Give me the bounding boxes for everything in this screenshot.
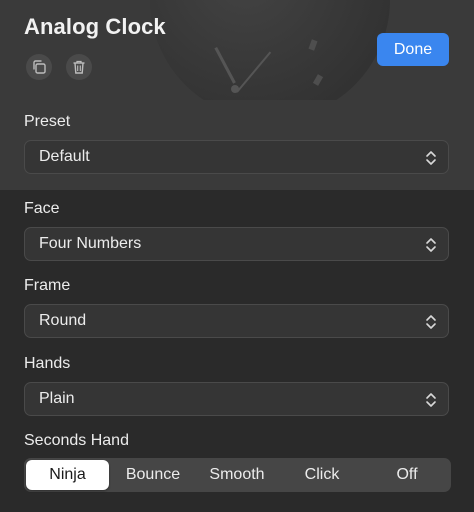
- face-value: Four Numbers: [39, 235, 142, 252]
- duplicate-icon: [33, 60, 46, 74]
- page-title: Analog Clock: [24, 14, 166, 39]
- segment-smooth[interactable]: Smooth: [195, 460, 279, 490]
- delete-button[interactable]: [66, 54, 92, 80]
- segment-bounce[interactable]: Bounce: [111, 460, 195, 490]
- segment-click[interactable]: Click: [279, 460, 365, 490]
- seconds-hand-label: Seconds Hand: [24, 432, 129, 449]
- clock-face-icon: [150, 0, 390, 100]
- preset-label: Preset: [24, 113, 71, 130]
- hands-label: Hands: [24, 355, 71, 372]
- preset-select[interactable]: Default: [24, 140, 449, 174]
- frame-select[interactable]: Round: [24, 304, 449, 338]
- done-button[interactable]: Done: [377, 33, 449, 66]
- face-select[interactable]: Four Numbers: [24, 227, 449, 261]
- segment-off[interactable]: Off: [365, 460, 449, 490]
- clock-preview: [150, 0, 390, 100]
- duplicate-button[interactable]: [26, 54, 52, 80]
- seconds-hand-segmented-control: Ninja Bounce Smooth Click Off: [24, 458, 451, 492]
- clock-center-icon: [231, 85, 239, 93]
- hands-value: Plain: [39, 390, 75, 407]
- face-label: Face: [24, 200, 60, 217]
- preset-value: Default: [39, 148, 90, 165]
- trash-icon: [73, 60, 85, 74]
- chevron-updown-icon: [426, 238, 436, 252]
- hands-select[interactable]: Plain: [24, 382, 449, 416]
- chevron-updown-icon: [426, 315, 436, 329]
- chevron-updown-icon: [426, 393, 436, 407]
- segment-ninja[interactable]: Ninja: [26, 460, 109, 490]
- frame-value: Round: [39, 312, 87, 329]
- frame-label: Frame: [24, 277, 71, 294]
- chevron-updown-icon: [426, 151, 436, 165]
